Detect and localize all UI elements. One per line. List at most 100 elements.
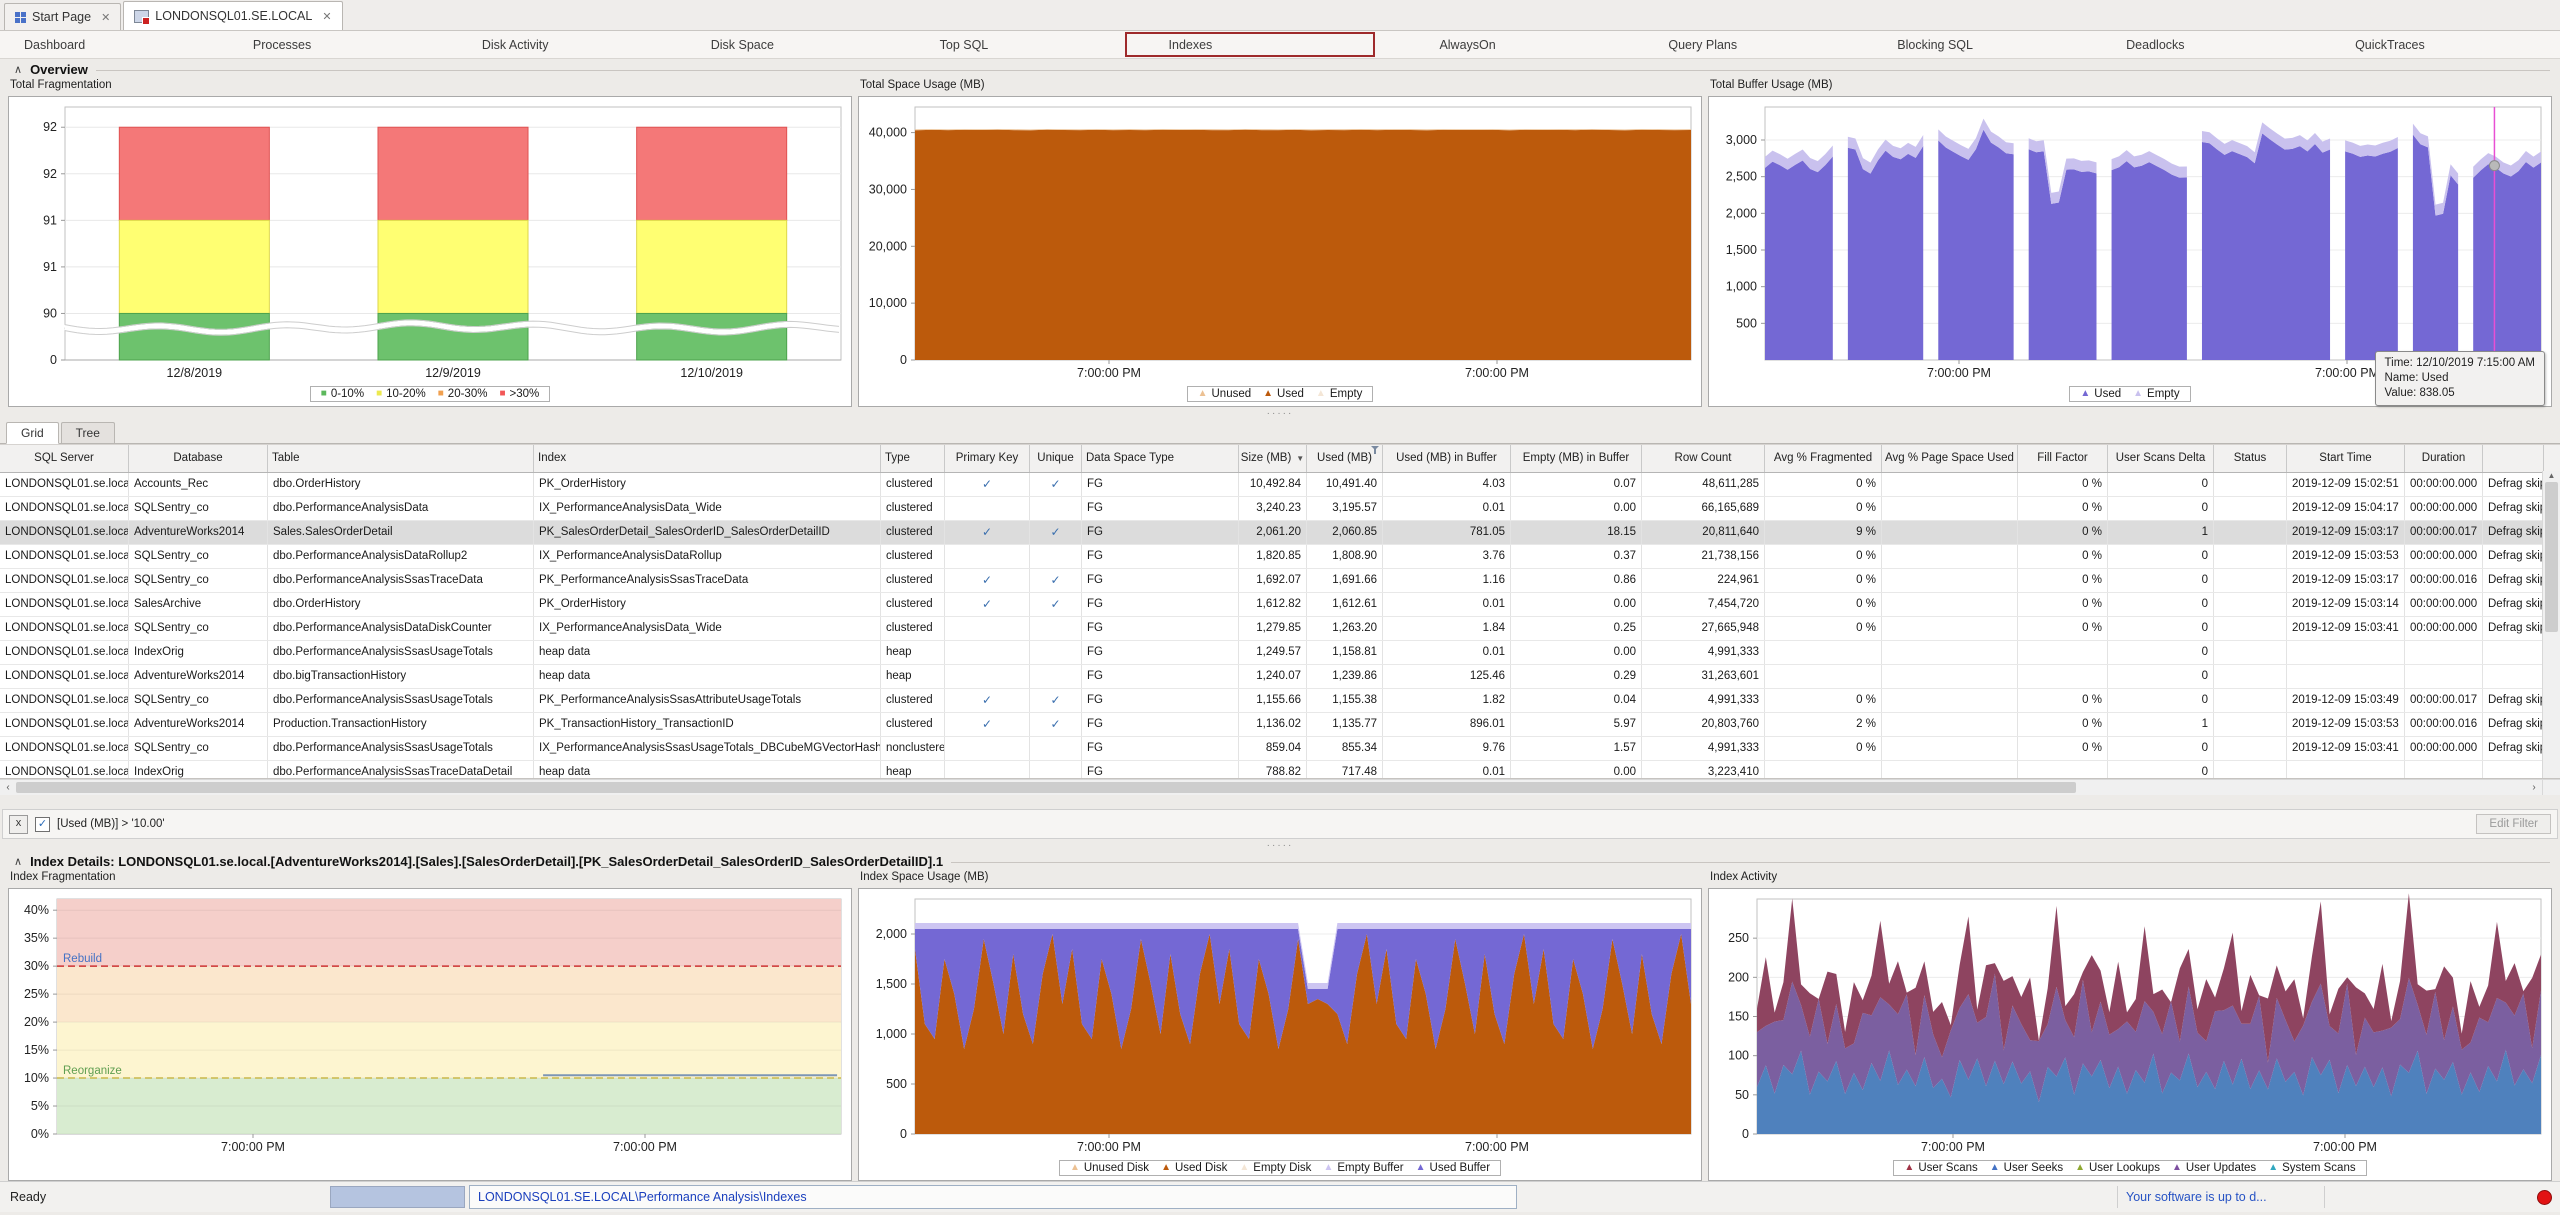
column-header-unique[interactable]: Unique xyxy=(1030,445,1082,472)
column-header-avg-fragmented[interactable]: Avg % Fragmented xyxy=(1765,445,1882,472)
svg-text:250: 250 xyxy=(1728,931,1749,945)
nav-tab-alwayson[interactable]: AlwaysOn xyxy=(1415,31,1644,58)
table-row[interactable]: LONDONSQL01.se.localAdventureWorks2014Sa… xyxy=(0,521,2560,545)
column-header-user-scans-delta[interactable]: User Scans Delta xyxy=(2108,445,2214,472)
svg-text:500: 500 xyxy=(1736,316,1757,330)
cell-row-count: 4,991,333 xyxy=(1642,641,1765,664)
table-row[interactable]: LONDONSQL01.se.localSQLSentry_codbo.Perf… xyxy=(0,617,2560,641)
nav-tab-dashboard[interactable]: Dashboard xyxy=(0,31,229,58)
splitter-handle[interactable]: ····· xyxy=(0,407,2560,419)
tab-grid[interactable]: Grid xyxy=(6,422,59,444)
nav-tab-disk-space[interactable]: Disk Space xyxy=(687,31,916,58)
scrollbar-thumb[interactable] xyxy=(2545,482,2558,632)
close-icon[interactable]: ✕ xyxy=(101,11,110,24)
legend-label: Empty xyxy=(1330,388,1363,400)
nav-tab-disk-activity[interactable]: Disk Activity xyxy=(458,31,687,58)
column-header-start-time[interactable]: Start Time xyxy=(2287,445,2405,472)
scroll-left-icon[interactable]: ‹ xyxy=(0,782,16,793)
tab-tree[interactable]: Tree xyxy=(61,422,115,443)
column-header-used-mb-in-buffer[interactable]: Used (MB) in Buffer xyxy=(1383,445,1511,472)
clear-filter-button[interactable]: x xyxy=(9,815,28,834)
table-row[interactable]: LONDONSQL01.se.localIndexOrigdbo.Perform… xyxy=(0,641,2560,665)
legend-item-20-30: ■20-30% xyxy=(438,388,488,400)
overview-header: ∧ Overview xyxy=(0,59,2560,79)
cell-status xyxy=(2214,545,2287,568)
table-row[interactable]: LONDONSQL01.se.localSQLSentry_codbo.Perf… xyxy=(0,737,2560,761)
column-header-used-mb[interactable]: Used (MB) xyxy=(1307,445,1383,472)
column-header-type[interactable]: Type xyxy=(881,445,945,472)
vertical-scrollbar[interactable]: ▲ xyxy=(2542,471,2560,779)
splitter-handle[interactable]: ····· xyxy=(0,839,2560,851)
column-header-database[interactable]: Database xyxy=(129,445,268,472)
column-header-spacer[interactable] xyxy=(2483,445,2544,472)
nav-tab-processes[interactable]: Processes xyxy=(229,31,458,58)
chart-canvas-index-space-usage[interactable]: 2,0001,5001,00050007:00:00 PM7:00:00 PM xyxy=(859,889,1701,1156)
nav-tab-indexes[interactable]: Indexes xyxy=(1125,32,1376,57)
column-header-primary-key[interactable]: Primary Key xyxy=(945,445,1030,472)
chart-canvas-total-space-usage[interactable]: 40,00030,00020,00010,00007:00:00 PM7:00:… xyxy=(859,97,1701,382)
svg-text:0: 0 xyxy=(1742,1127,1749,1141)
table-row[interactable]: LONDONSQL01.se.localAdventureWorks2014db… xyxy=(0,665,2560,689)
legend-marker-icon: ▲ xyxy=(1239,1163,1249,1173)
chart-canvas-index-fragmentation[interactable]: 40%35%30%25%20%15%10%5%0%RebuildReorgani… xyxy=(9,889,851,1156)
legend-label: 10-20% xyxy=(386,388,426,400)
column-header-sql-server[interactable]: SQL Server xyxy=(0,445,129,472)
table-row[interactable]: LONDONSQL01.se.localAdventureWorks2014Pr… xyxy=(0,713,2560,737)
tab-server[interactable]: LONDONSQL01.SE.LOCAL ✕ xyxy=(123,1,342,30)
column-header-fill-factor[interactable]: Fill Factor xyxy=(2018,445,2108,472)
table-row[interactable]: LONDONSQL01.se.localSQLSentry_codbo.Perf… xyxy=(0,545,2560,569)
tab-start-page[interactable]: Start Page ✕ xyxy=(4,3,121,30)
cell-status xyxy=(2214,737,2287,760)
column-header-data-space-type[interactable]: Data Space Type xyxy=(1082,445,1239,472)
status-path[interactable]: LONDONSQL01.SE.LOCAL\Performance Analysi… xyxy=(469,1185,1517,1209)
nav-tab-top-sql[interactable]: Top SQL xyxy=(916,31,1145,58)
cell-duration: 00:00:00.000 xyxy=(2405,617,2483,640)
cell-avg-page-space-used xyxy=(1882,641,2018,664)
cell-size-mb: 3,240.23 xyxy=(1239,497,1307,520)
chart-canvas-index-activity[interactable]: 2502001501005007:00:00 PM7:00:00 PM xyxy=(1709,889,2551,1156)
scrollbar-thumb[interactable] xyxy=(16,782,2076,793)
cell-avg-page-space-used xyxy=(1882,497,2018,520)
filter-icon[interactable] xyxy=(1371,446,1380,455)
legend-marker-icon: ▲ xyxy=(2133,389,2143,399)
scroll-right-icon[interactable]: › xyxy=(2526,782,2542,793)
column-header-avg-page-space-used[interactable]: Avg % Page Space Used xyxy=(1882,445,2018,472)
close-icon[interactable]: ✕ xyxy=(322,10,331,23)
table-row[interactable]: LONDONSQL01.se.localSQLSentry_codbo.Perf… xyxy=(0,497,2560,521)
software-update-link[interactable]: Your software is up to d... xyxy=(2117,1186,2325,1208)
cell-duration: 00:00:00.017 xyxy=(2405,521,2483,544)
column-header-size-mb[interactable]: Size (MB)▼ xyxy=(1239,445,1307,472)
column-header-duration[interactable]: Duration xyxy=(2405,445,2483,472)
horizontal-scrollbar[interactable]: ‹ › xyxy=(0,779,2560,795)
table-row[interactable]: LONDONSQL01.se.localSQLSentry_codbo.Perf… xyxy=(0,689,2560,713)
column-header-row-count[interactable]: Row Count xyxy=(1642,445,1765,472)
nav-tab-deadlocks[interactable]: Deadlocks xyxy=(2102,31,2331,58)
cell-sql-server: LONDONSQL01.se.local xyxy=(0,761,129,780)
column-header-table[interactable]: Table xyxy=(268,445,534,472)
column-header-empty-mb-in-buffer[interactable]: Empty (MB) in Buffer xyxy=(1511,445,1642,472)
svg-text:1,500: 1,500 xyxy=(876,977,907,991)
collapse-icon[interactable]: ∧ xyxy=(14,63,22,76)
nav-tab-quicktraces[interactable]: QuickTraces xyxy=(2331,31,2560,58)
edit-filter-button[interactable]: Edit Filter xyxy=(2476,814,2551,834)
filter-checkbox[interactable]: ✓ xyxy=(35,817,50,832)
nav-tab-query-plans[interactable]: Query Plans xyxy=(1644,31,1873,58)
cell-used-mb: 1,135.77 xyxy=(1307,713,1383,736)
cell-type: clustered xyxy=(881,617,945,640)
table-row[interactable]: LONDONSQL01.se.localAccounts_Recdbo.Orde… xyxy=(0,473,2560,497)
collapse-icon[interactable]: ∧ xyxy=(14,855,22,868)
nav-tab-blocking-sql[interactable]: Blocking SQL xyxy=(1873,31,2102,58)
chart-canvas-total-buffer-usage[interactable]: 3,0002,5002,0001,5001,0005007:00:00 PM7:… xyxy=(1709,97,2551,382)
legend-label: Empty Buffer xyxy=(1337,1162,1403,1174)
chart-canvas-total-fragmentation[interactable]: 9292919190012/8/201912/9/201912/10/2019 xyxy=(9,97,851,382)
table-row[interactable]: LONDONSQL01.se.localSQLSentry_codbo.Perf… xyxy=(0,569,2560,593)
scroll-up-icon[interactable]: ▲ xyxy=(2548,471,2556,480)
column-header-index[interactable]: Index xyxy=(534,445,881,472)
sort-desc-icon: ▼ xyxy=(1296,454,1304,463)
cell-start-time xyxy=(2287,761,2405,780)
table-row[interactable]: LONDONSQL01.se.localIndexOrigdbo.Perform… xyxy=(0,761,2560,780)
column-header-status[interactable]: Status xyxy=(2214,445,2287,472)
table-row[interactable]: LONDONSQL01.se.localSalesArchivedbo.Orde… xyxy=(0,593,2560,617)
record-icon[interactable] xyxy=(2537,1190,2552,1205)
cell-avg-fragmented: 0 % xyxy=(1765,473,1882,496)
